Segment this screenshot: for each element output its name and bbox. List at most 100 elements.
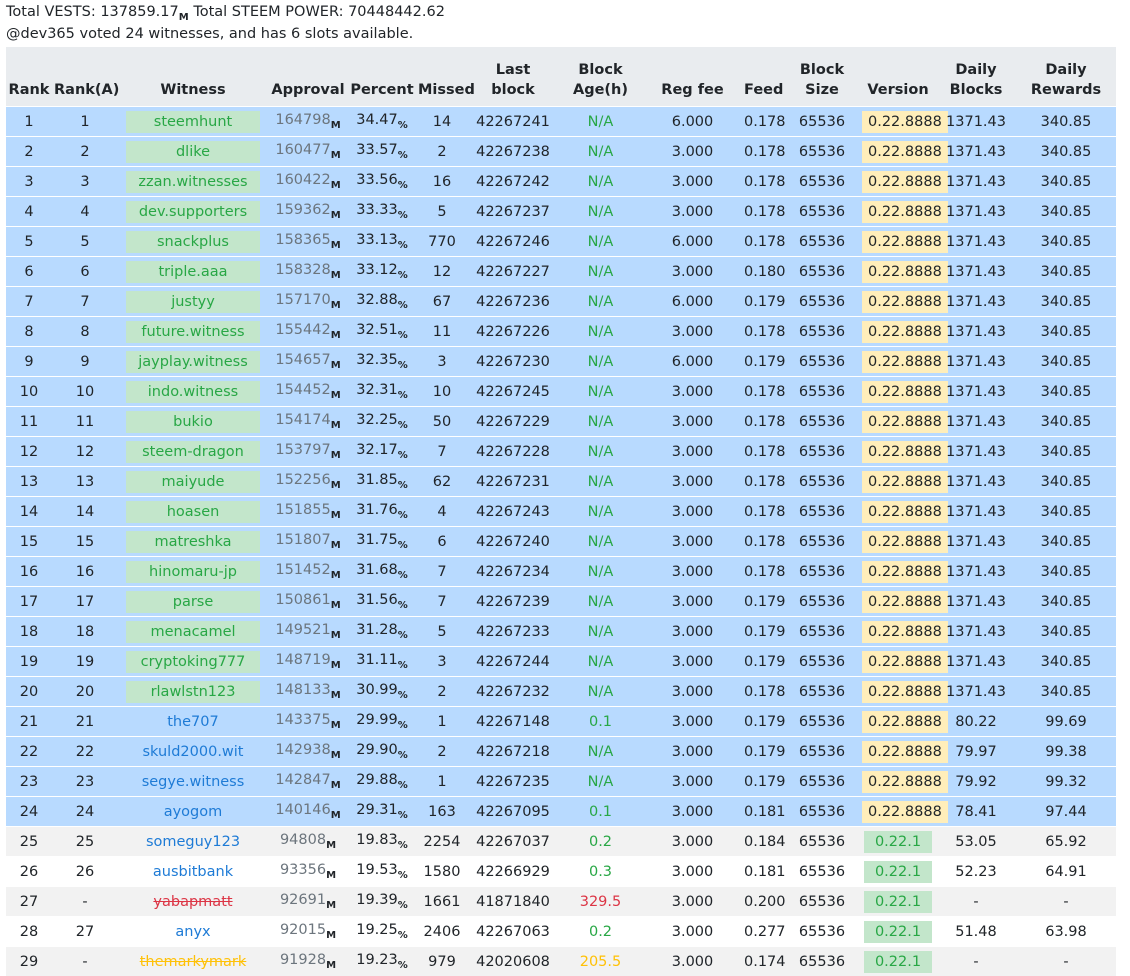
cell-last-block: 42267218 (468, 737, 558, 767)
col-block-age-line2: Age(h) (573, 82, 628, 98)
witness-link[interactable]: hoasen (126, 501, 260, 523)
cell-missed: 1661 (416, 887, 468, 917)
witness-link[interactable]: segye.witness (142, 774, 245, 790)
cell-reg-fee: 3.000 (643, 587, 742, 617)
cell-percent: 31.75% (348, 527, 416, 557)
witness-link[interactable]: steem-dragon (126, 441, 260, 463)
cell-block-age: 205.5 (558, 947, 643, 976)
col-block-size[interactable]: BlockSize (784, 47, 860, 107)
witness-link[interactable]: triple.aaa (126, 261, 260, 283)
approval-value: 160477 (275, 142, 330, 158)
cell-version: 0.22.8888 (860, 197, 936, 227)
witness-link[interactable]: parse (126, 591, 260, 613)
witness-link[interactable]: cryptoking777 (126, 651, 260, 673)
version-badge: 0.22.8888 (862, 801, 948, 823)
cell-version: 0.22.1 (860, 917, 936, 947)
cell-version: 0.22.8888 (860, 287, 936, 317)
witness-link[interactable]: menacamel (126, 621, 260, 643)
witness-link[interactable]: yabapmatt (153, 894, 232, 910)
witness-link[interactable]: future.witness (126, 321, 260, 343)
cell-daily-blocks: 1371.43 (936, 197, 1016, 227)
percent-unit: % (398, 690, 408, 701)
cell-percent: 19.39% (348, 887, 416, 917)
witness-link[interactable]: themarkymark (140, 954, 247, 970)
col-missed[interactable]: Missed (416, 47, 468, 107)
cell-approval: 155442M (268, 317, 348, 347)
approval-unit: M (331, 720, 341, 731)
col-daily-rewards[interactable]: DailyRewards (1016, 47, 1116, 107)
cell-witness: indo.witness (118, 377, 268, 407)
witness-link[interactable]: hinomaru-jp (126, 561, 260, 583)
witness-link[interactable]: zzan.witnesses (126, 171, 260, 193)
witness-link[interactable]: matreshka (126, 531, 260, 553)
table-row: 1919cryptoking777148719M31.11%342267244N… (6, 647, 1116, 677)
cell-approval: 154174M (268, 407, 348, 437)
col-witness[interactable]: Witness (118, 47, 268, 107)
cell-version: 0.22.8888 (860, 527, 936, 557)
cell-daily-blocks: 1371.43 (936, 587, 1016, 617)
col-block-age[interactable]: BlockAge(h) (558, 47, 643, 107)
cell-version: 0.22.8888 (860, 617, 936, 647)
percent-value: 29.88 (356, 772, 398, 788)
cell-rank: 8 (6, 317, 52, 347)
witness-link[interactable]: rlawlstn123 (126, 681, 260, 703)
col-version[interactable]: Version (860, 47, 936, 107)
col-daily-blocks[interactable]: DailyBlocks (936, 47, 1016, 107)
percent-value: 32.17 (356, 442, 398, 458)
col-feed[interactable]: Feed (742, 47, 784, 107)
witness-link[interactable]: justyy (126, 291, 260, 313)
cell-missed: 2 (416, 137, 468, 167)
percent-unit: % (398, 960, 408, 971)
col-approval[interactable]: Approval (268, 47, 348, 107)
cell-missed: 4 (416, 497, 468, 527)
approval-value: 151807 (275, 532, 330, 548)
cell-last-block: 42267230 (468, 347, 558, 377)
witness-link[interactable]: dev.supporters (126, 201, 260, 223)
col-reg-fee[interactable]: Reg fee (643, 47, 742, 107)
approval-value: 148719 (275, 652, 330, 668)
witness-link[interactable]: someguy123 (146, 834, 240, 850)
col-rank[interactable]: Rank (6, 47, 52, 107)
cell-feed: 0.179 (742, 737, 784, 767)
witness-link[interactable]: bukio (126, 411, 260, 433)
witness-link[interactable]: dlike (126, 141, 260, 163)
cell-percent: 33.57% (348, 137, 416, 167)
cell-approval: 164798M (268, 107, 348, 137)
witness-link[interactable]: ausbitbank (153, 864, 233, 880)
cell-witness: dlike (118, 137, 268, 167)
cell-rank-a: 4 (52, 197, 118, 227)
cell-witness: bukio (118, 407, 268, 437)
cell-daily-rewards: 340.85 (1016, 497, 1116, 527)
witness-link[interactable]: steemhunt (126, 111, 260, 133)
percent-unit: % (398, 780, 408, 791)
witness-link[interactable]: indo.witness (126, 381, 260, 403)
cell-reg-fee: 3.000 (643, 767, 742, 797)
col-percent[interactable]: Percent (348, 47, 416, 107)
witness-link[interactable]: snackplus (126, 231, 260, 253)
table-row: 2020rlawlstn123148133M30.99%242267232N/A… (6, 677, 1116, 707)
percent-unit: % (398, 510, 408, 521)
witness-link[interactable]: maiyude (126, 471, 260, 493)
cell-witness: themarkymark (118, 947, 268, 976)
cell-reg-fee: 3.000 (643, 737, 742, 767)
approval-value: 154657 (275, 352, 330, 368)
table-row: 1111bukio154174M32.25%5042267229N/A3.000… (6, 407, 1116, 437)
cell-rank-a: 20 (52, 677, 118, 707)
witness-link[interactable]: skuld2000.wit (142, 744, 243, 760)
cell-block-age: N/A (558, 287, 643, 317)
cell-daily-rewards: 340.85 (1016, 347, 1116, 377)
col-last-block[interactable]: Lastblock (468, 47, 558, 107)
witness-link[interactable]: ayogom (164, 804, 223, 820)
cell-missed: 3 (416, 647, 468, 677)
col-rank-a[interactable]: Rank(A) (52, 47, 118, 107)
witness-link[interactable]: jayplay.witness (126, 351, 260, 373)
cell-rank: 25 (6, 827, 52, 857)
percent-unit: % (398, 450, 408, 461)
cell-feed: 0.181 (742, 797, 784, 827)
cell-witness: matreshka (118, 527, 268, 557)
cell-block-age: N/A (558, 677, 643, 707)
percent-unit: % (398, 630, 408, 641)
cell-missed: 7 (416, 437, 468, 467)
witness-link[interactable]: anyx (175, 924, 210, 940)
witness-link[interactable]: the707 (167, 714, 218, 730)
